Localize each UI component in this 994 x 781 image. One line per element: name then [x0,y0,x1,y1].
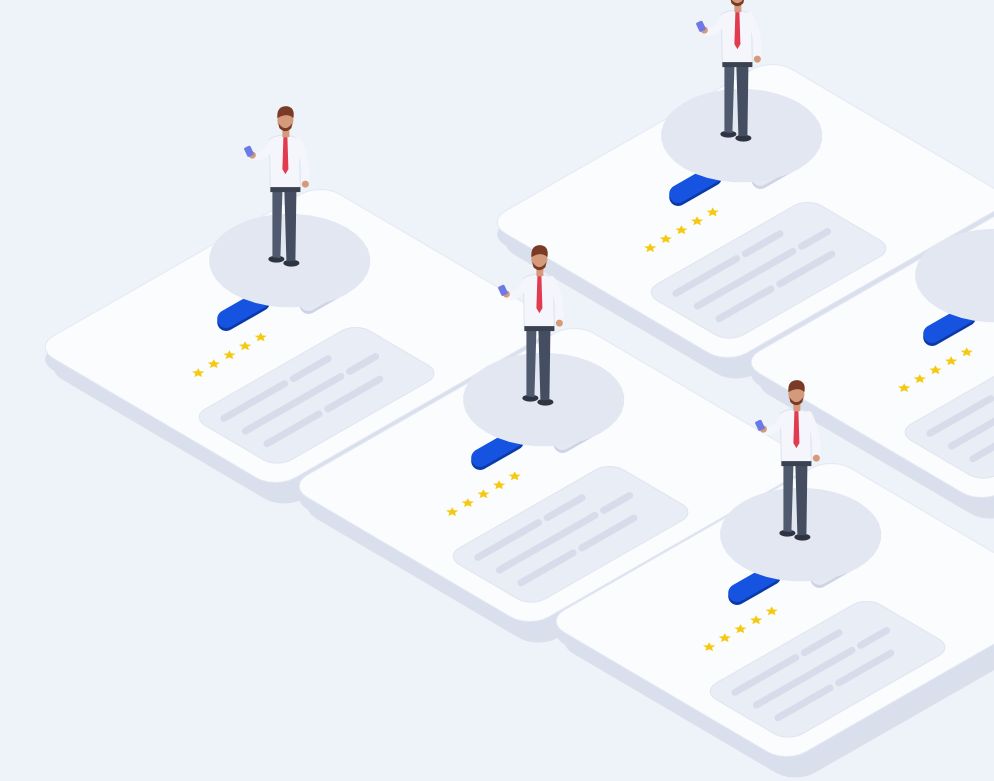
isometric-review-cards-illustration [44,0,994,778]
